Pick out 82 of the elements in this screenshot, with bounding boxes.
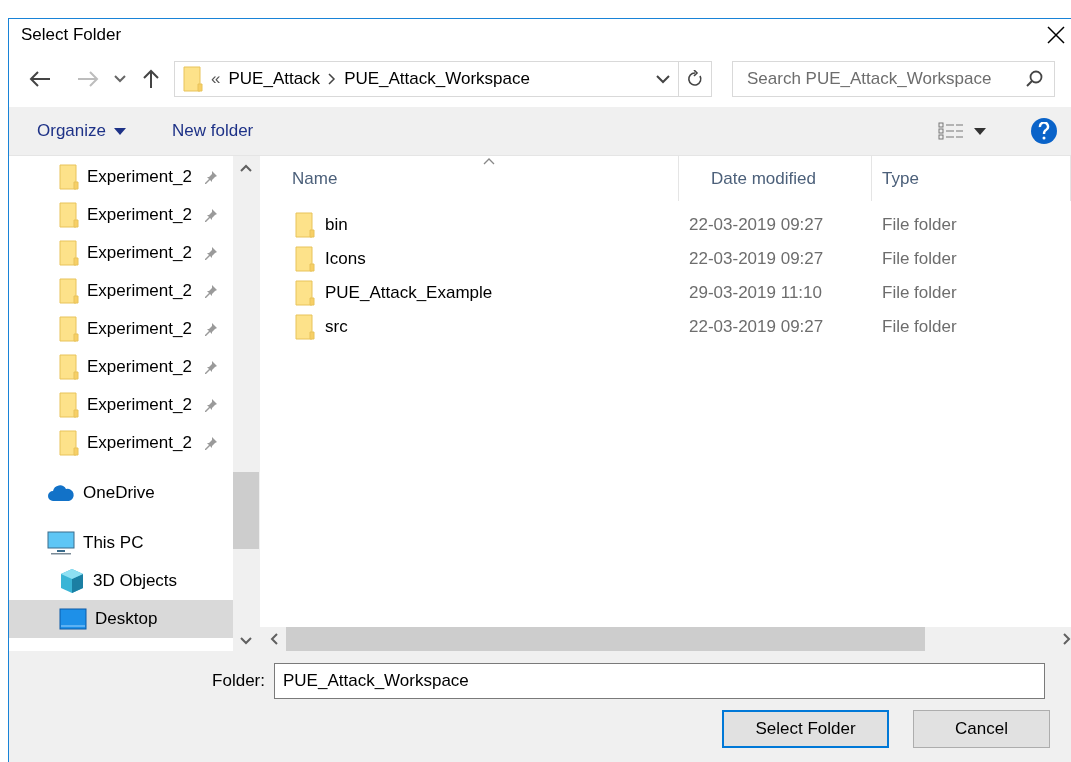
pin-icon: [203, 398, 218, 412]
pin-icon: [203, 360, 218, 374]
scroll-up-icon[interactable]: [240, 164, 252, 172]
caret-icon: [114, 127, 126, 135]
column-header[interactable]: Date modified: [679, 156, 872, 201]
sidebar-item[interactable]: Experiment_2: [9, 310, 233, 348]
organize-button[interactable]: Organize: [37, 121, 126, 141]
folder-icon: [295, 246, 315, 272]
pin-icon: [203, 436, 218, 450]
sidebar-item[interactable]: OneDrive: [9, 474, 233, 512]
file-name[interactable]: bin: [325, 215, 348, 235]
folder-icon: [59, 392, 79, 418]
sidebar-item[interactable]: Experiment_2: [9, 272, 233, 310]
dialog-button[interactable]: Cancel: [913, 710, 1050, 748]
file-name[interactable]: src: [325, 317, 348, 337]
folder-icon: [59, 240, 79, 266]
sidebar-item[interactable]: Experiment_2: [9, 348, 233, 386]
chevron-down-icon: [114, 75, 126, 83]
window-title: Select Folder: [21, 25, 122, 45]
view-options-button[interactable]: [938, 122, 986, 140]
folder-icon: [59, 354, 79, 380]
close-icon: [1047, 26, 1065, 44]
type-cell-text: File folder: [881, 317, 958, 337]
new-folder-button[interactable]: New folder: [172, 121, 254, 141]
cube-icon: [59, 568, 85, 594]
dialog-button[interactable]: Select Folder: [722, 710, 889, 748]
pin-icon: [203, 208, 218, 222]
scrollbar-thumb[interactable]: [286, 627, 925, 651]
address-bar[interactable]: « PUE_Attack PUE_Attack_Workspace: [174, 61, 712, 97]
date-modified-cell-text: 22-03-2019 09:27: [688, 215, 825, 235]
folder-icon: [295, 212, 315, 238]
date-modified-cell-text: 29-03-2019 11:10: [688, 283, 823, 303]
dropdown-icon[interactable]: [656, 74, 670, 84]
desktop-icon: [59, 608, 87, 630]
folder-label: Folder:: [211, 671, 266, 691]
pin-icon: [203, 246, 218, 260]
folder-field[interactable]: PUE_Attack_Workspace: [274, 663, 1045, 699]
monitor-icon: [47, 531, 75, 555]
file-name[interactable]: Icons: [325, 249, 366, 269]
caret-icon: [974, 127, 986, 135]
folder-icon: [295, 314, 315, 340]
breadcrumb-separator-icon: [328, 73, 337, 85]
help-icon[interactable]: [1031, 118, 1057, 144]
column-header[interactable]: Type: [872, 156, 1071, 201]
cloud-icon: [47, 484, 75, 502]
sidebar-item[interactable]: Experiment_2: [9, 196, 233, 234]
pin-icon: [203, 170, 218, 184]
search-field[interactable]: Search PUE_Attack_Workspace: [732, 61, 1055, 97]
sidebar-item[interactable]: This PC: [9, 524, 233, 562]
overflow-chevron[interactable]: «: [211, 69, 221, 89]
type-cell-text: File folder: [881, 249, 958, 269]
sidebar-item[interactable]: Experiment_2: [9, 424, 233, 462]
folder-icon: [59, 316, 79, 342]
type-cell-text: File folder: [881, 283, 958, 303]
breadcrumb[interactable]: PUE_Attack: [228, 69, 321, 89]
folder-icon: [59, 164, 79, 190]
sidebar-item[interactable]: Experiment_2: [9, 158, 233, 196]
folder-icon: [59, 278, 79, 304]
scroll-down-icon[interactable]: [240, 637, 252, 645]
date-modified-cell-text: 22-03-2019 09:27: [688, 317, 825, 337]
horizontal-scrollbar[interactable]: [260, 627, 1071, 651]
folder-icon: [183, 66, 203, 92]
scroll-left-icon[interactable]: [270, 633, 278, 645]
scroll-right-icon[interactable]: [1063, 633, 1071, 645]
type-cell-text: File folder: [881, 215, 958, 235]
scrollbar-thumb[interactable]: [233, 472, 259, 549]
column-header[interactable]: Name: [260, 156, 679, 201]
pin-icon: [203, 322, 218, 336]
breadcrumb[interactable]: PUE_Attack_Workspace: [344, 69, 530, 89]
sidebar-item[interactable]: Desktop: [9, 600, 233, 638]
vertical-scrollbar[interactable]: [233, 156, 259, 651]
folder-icon: [295, 280, 315, 306]
folder-icon: [59, 430, 79, 456]
sidebar-item[interactable]: 3D Objects: [9, 562, 233, 600]
sidebar-item[interactable]: Experiment_2: [9, 234, 233, 272]
sidebar-item[interactable]: Experiment_2: [9, 386, 233, 424]
folder-icon: [59, 202, 79, 228]
pin-icon: [203, 284, 218, 298]
refresh-icon[interactable]: [687, 70, 703, 88]
search-icon: [1026, 70, 1044, 88]
date-modified-cell-text: 22-03-2019 09:27: [688, 249, 825, 269]
file-name[interactable]: PUE_Attack_Example: [325, 283, 493, 303]
